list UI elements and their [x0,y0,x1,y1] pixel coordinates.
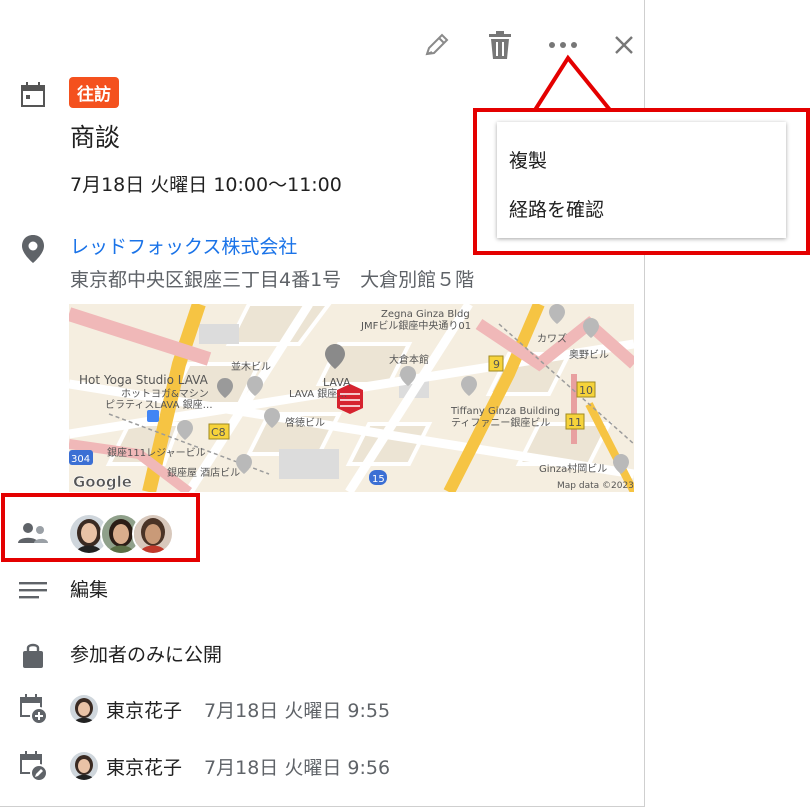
close-icon [615,36,633,54]
location-address: 東京都中央区銀座三丁目4番1号 大倉別館５階 [70,269,475,291]
updated-by-row: 東京花子 7月18日 火曜日 9:56 [70,749,390,783]
calendar-icon [16,78,50,112]
map-label-jmf: JMFビル銀座中央通り01 [360,319,471,332]
pencil-icon [425,33,449,56]
map-label-hotyoga: Hot Yoga Studio LAVA [79,373,209,387]
event-description: 編集 [70,579,109,601]
calendar-edit-icon [16,749,50,783]
updater-name: 東京花子 [106,756,183,779]
event-datetime: 7月18日 火曜日 10:00〜11:00 [70,174,342,196]
map-label-hotyoga-sub2: ピラティスLAVA 銀座… [105,398,213,411]
location-name-link[interactable]: レッドフォックス株式会社 [70,232,297,259]
map-label-lava-sub: LAVA 銀座… [289,387,347,400]
calendar-add-icon [16,692,50,726]
event-title: 商談 [70,123,121,152]
map-canvas: C8 9 10 11 15 304 Zegna Ginza Bldg JMFビル… [69,304,634,492]
created-timestamp: 7月18日 火曜日 9:55 [204,699,391,722]
map-label-ginza111: 銀座111レジャービル [107,446,206,459]
map-label-ginzamura: Ginza村岡ビル [539,462,607,475]
map-route-304: 304 [71,454,90,465]
location-pin-icon [16,232,50,266]
edit-button[interactable] [420,28,454,62]
menu-item-check-route[interactable]: 経路を確認 [509,195,604,222]
map-label-zegna: Zegna Ginza Bldg [381,309,470,320]
map-label-tiffany-sub: ティファニー銀座ビル [451,416,550,429]
visibility-text: 参加者のみに公開 [70,644,223,666]
map-label-kawazu: カワズ [537,332,567,345]
map-label-keitoku: 啓徳ビル [285,416,325,429]
map-label-hotyoga-sub1: ホットヨガ&マシン [121,388,209,400]
more-horiz-icon [549,42,577,48]
lock-icon [16,638,50,672]
created-by-row: 東京花子 7月18日 火曜日 9:55 [70,692,390,726]
map-label-tiffany: Tiffany Ginza Building [450,406,560,417]
more-options-menu: 複製 経路を確認 [497,122,786,238]
map-route-11: 11 [568,416,582,429]
delete-button[interactable] [483,28,517,62]
map-label-okura: 大倉本館 [389,353,429,366]
map-route-c8: C8 [211,426,226,439]
participants-highlight [1,493,200,562]
category-badge: 往訪 [69,77,119,108]
map-route-9: 9 [493,358,500,371]
map-label-lava: LAVA [323,376,351,389]
updated-timestamp: 7月18日 火曜日 9:56 [204,756,391,779]
map-route-10: 10 [579,384,593,397]
creator-name: 東京花子 [106,699,183,722]
google-logo: Google [73,473,132,491]
close-button[interactable] [607,28,641,62]
trash-icon [489,31,511,59]
map-label-ginzaya: 銀座屋 酒店ビル [167,466,240,479]
location-map[interactable]: C8 9 10 11 15 304 Zegna Ginza Bldg JMFビル… [69,304,634,492]
updater-avatar [70,752,98,780]
map-label-namiki: 並木ビル [231,360,271,373]
creator-avatar [70,695,98,723]
map-data-attribution: Map data ©2023 [557,481,634,491]
menu-item-duplicate[interactable]: 複製 [509,146,547,173]
map-route-15: 15 [372,474,385,485]
notes-icon [16,574,50,608]
more-options-button[interactable] [546,28,580,62]
map-label-okuno: 奥野ビル [569,348,609,361]
